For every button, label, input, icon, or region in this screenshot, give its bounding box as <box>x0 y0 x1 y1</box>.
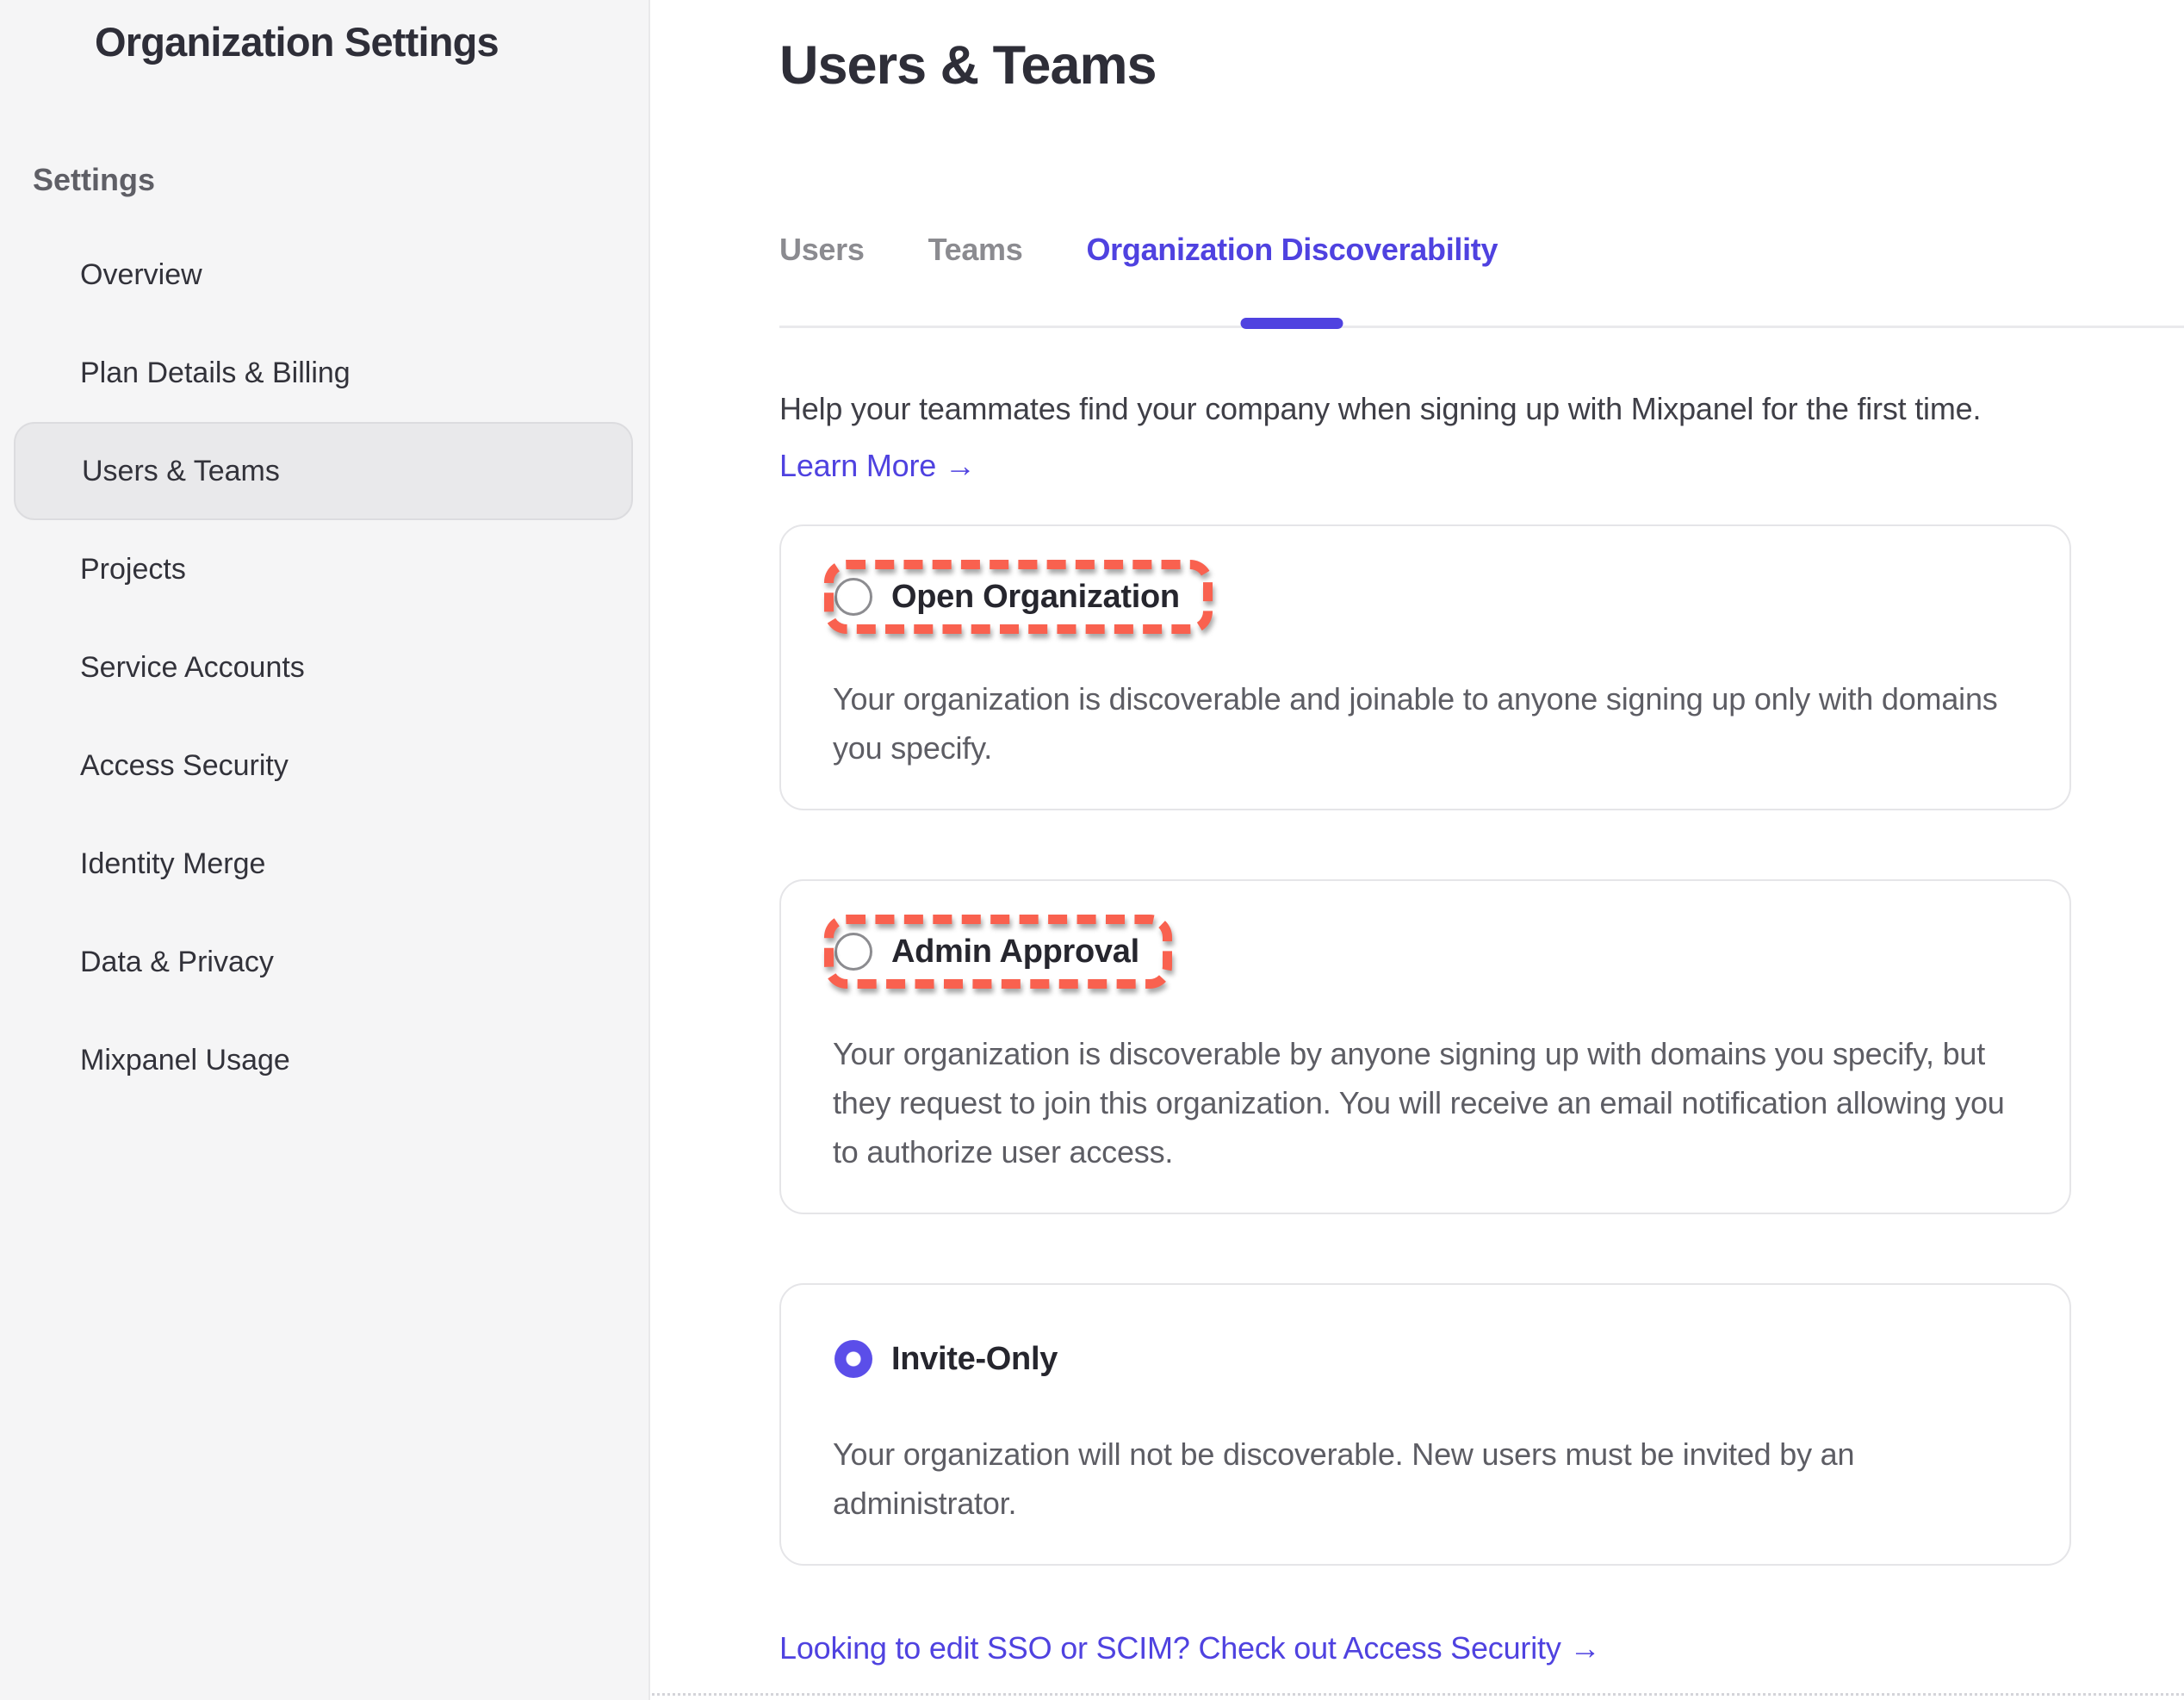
learn-more-link[interactable]: Learn More → <box>779 447 976 485</box>
option-description: Your organization is discoverable by any… <box>833 1029 2018 1176</box>
main-content: Users & Teams Users Teams Organization D… <box>652 0 2184 1700</box>
dotted-divider <box>652 1693 2184 1696</box>
arrow-right-icon: → <box>945 448 976 483</box>
sidebar-item-users-teams[interactable]: Users & Teams <box>14 422 633 520</box>
sidebar-item-plan-details-billing[interactable]: Plan Details & Billing <box>0 324 648 422</box>
option-card-open-organization: Open Organization Your organization is d… <box>779 524 2071 810</box>
radio-open-organization[interactable] <box>835 578 872 616</box>
radio-invite-only[interactable] <box>835 1340 872 1378</box>
sidebar-section-label: Settings <box>33 162 648 198</box>
tab-organization-discoverability-label: Organization Discoverability <box>1086 232 1498 267</box>
sidebar-item-projects[interactable]: Projects <box>0 520 648 618</box>
annotation-highlight: Open Organization <box>815 550 1222 643</box>
option-description: Your organization will not be discoverab… <box>833 1430 2018 1528</box>
sidebar-item-service-accounts[interactable]: Service Accounts <box>0 618 648 717</box>
option-title: Invite-Only <box>891 1341 1058 1378</box>
tab-organization-discoverability[interactable]: Organization Discoverability <box>1086 233 1498 267</box>
option-title: Open Organization <box>891 579 1180 616</box>
sidebar: Organization Settings Settings Overview … <box>0 0 650 1700</box>
annotation-highlight: Admin Approval <box>815 905 1182 998</box>
option-description: Your organization is discoverable and jo… <box>833 674 2018 772</box>
option-card-invite-only: Invite-Only Your organization will not b… <box>779 1283 2071 1566</box>
tab-bar: Users Teams Organization Discoverability <box>779 233 2184 328</box>
access-security-link[interactable]: Looking to edit SSO or SCIM? Check out A… <box>779 1629 1600 1667</box>
option-title: Admin Approval <box>891 934 1139 971</box>
tab-teams[interactable]: Teams <box>928 233 1023 267</box>
sidebar-title: Organization Settings <box>95 19 648 65</box>
intro-text: Help your teammates find your company wh… <box>779 390 2150 428</box>
page-title: Users & Teams <box>779 34 2184 96</box>
sidebar-nav: Overview Plan Details & Billing Users & … <box>0 226 648 1109</box>
option-card-admin-approval: Admin Approval Your organization is disc… <box>779 879 2071 1214</box>
sidebar-item-identity-merge[interactable]: Identity Merge <box>0 815 648 913</box>
radio-admin-approval[interactable] <box>835 933 872 971</box>
tab-users[interactable]: Users <box>779 233 865 267</box>
option-row: Invite-Only <box>833 1309 2018 1378</box>
sidebar-item-overview[interactable]: Overview <box>0 226 648 324</box>
arrow-right-icon: → <box>1569 1630 1600 1666</box>
sidebar-item-data-privacy[interactable]: Data & Privacy <box>0 913 648 1011</box>
sidebar-item-access-security[interactable]: Access Security <box>0 717 648 815</box>
access-security-link-label: Looking to edit SSO or SCIM? Check out A… <box>779 1630 1561 1666</box>
active-tab-indicator <box>1241 318 1343 329</box>
learn-more-label: Learn More <box>779 448 936 483</box>
sidebar-item-mixpanel-usage[interactable]: Mixpanel Usage <box>0 1011 648 1109</box>
